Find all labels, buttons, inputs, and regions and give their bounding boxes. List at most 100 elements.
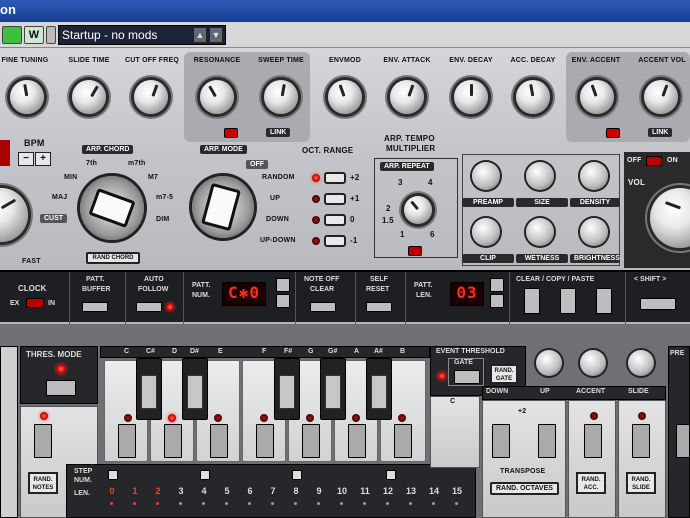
oct-plus2-button[interactable] — [324, 172, 346, 184]
step-number-11[interactable]: 11 — [357, 486, 373, 496]
brightness-knob[interactable] — [580, 218, 608, 246]
thres-mode-button[interactable] — [46, 380, 76, 396]
envmod-knob[interactable] — [328, 80, 362, 114]
key-f-pad[interactable] — [256, 424, 274, 458]
bpm-plus-button[interactable]: + — [35, 152, 51, 166]
env-accent-knob[interactable] — [580, 80, 614, 114]
shift-switch[interactable] — [640, 298, 676, 310]
transpose-down-key[interactable] — [492, 424, 510, 458]
key-gsharp[interactable] — [320, 358, 346, 420]
env-attack-knob[interactable] — [390, 80, 424, 114]
accent-key[interactable] — [584, 424, 602, 458]
paste-button[interactable] — [596, 288, 612, 314]
rand-slide-button[interactable]: RAND. SLIDE — [626, 472, 656, 494]
rand-chord-button[interactable]: RAND CHORD — [86, 252, 140, 264]
accent-vol-knob[interactable] — [644, 80, 678, 114]
threshold-knob-2[interactable] — [580, 350, 606, 376]
w-button[interactable]: W — [24, 26, 44, 44]
patt-len-down[interactable] — [490, 294, 504, 308]
green-toggle-button[interactable] — [2, 26, 22, 44]
step-number-4[interactable]: 4 — [196, 486, 212, 496]
copy-button[interactable] — [560, 288, 576, 314]
note-off-clear-button[interactable] — [310, 302, 336, 312]
sweep-time-knob[interactable] — [264, 80, 298, 114]
step-number-2[interactable]: 2 — [150, 486, 166, 496]
step-number-15[interactable]: 15 — [449, 486, 465, 496]
step-num-mark-9[interactable] — [292, 470, 302, 480]
arp-repeat-toggle[interactable] — [408, 246, 422, 256]
step-number-3[interactable]: 3 — [173, 486, 189, 496]
key-asharp[interactable] — [366, 358, 392, 420]
key-b-pad[interactable] — [394, 424, 412, 458]
clear-button[interactable] — [524, 288, 540, 314]
link-toggle-left[interactable] — [224, 128, 238, 138]
step-number-6[interactable]: 6 — [242, 486, 258, 496]
clip-knob[interactable] — [472, 218, 500, 246]
rand-octaves-button[interactable]: RAND. OCTAVES — [490, 482, 559, 495]
oct-plus1-button[interactable] — [324, 193, 346, 205]
auto-follow-button[interactable] — [136, 302, 162, 312]
rand-acc-button[interactable]: RAND. ACC. — [576, 472, 606, 494]
rand-gate-button[interactable]: RAND. GATE — [490, 364, 518, 384]
toolbar-empty-button[interactable] — [46, 26, 56, 44]
step-number-1[interactable]: 1 — [127, 486, 143, 496]
env-decay-knob[interactable] — [454, 80, 488, 114]
step-num-mark-13[interactable] — [386, 470, 396, 480]
threshold-knob-1[interactable] — [536, 350, 562, 376]
preset-dropdown-button[interactable]: ▲ — [193, 27, 207, 43]
gate-button[interactable] — [454, 370, 480, 384]
transpose-up-key[interactable] — [538, 424, 556, 458]
bpm-minus-button[interactable]: − — [18, 152, 34, 166]
arp-mode-off[interactable]: OFF — [246, 160, 268, 169]
oct-minus1-button[interactable] — [324, 235, 346, 247]
clock-switch[interactable] — [26, 298, 44, 308]
key-a-pad[interactable] — [348, 424, 366, 458]
arp-chord-selector[interactable] — [80, 176, 144, 240]
key-e-pad[interactable] — [210, 424, 228, 458]
key-c-pad[interactable] — [118, 424, 136, 458]
tempo-knob[interactable] — [0, 188, 28, 242]
threshold-knob-3[interactable] — [628, 350, 654, 376]
arp-mode-selector[interactable] — [192, 176, 254, 238]
size-knob[interactable] — [526, 162, 554, 190]
density-knob[interactable] — [580, 162, 608, 190]
patt-buffer-button[interactable] — [82, 302, 108, 312]
step-number-0[interactable]: 0 — [104, 486, 120, 496]
wetness-knob[interactable] — [526, 218, 554, 246]
oct-zero-button[interactable] — [324, 214, 346, 226]
chord-cust[interactable]: CUST — [40, 214, 68, 223]
key-csharp[interactable] — [136, 358, 162, 420]
step-number-12[interactable]: 12 — [380, 486, 396, 496]
patt-num-down[interactable] — [276, 294, 290, 308]
step-number-10[interactable]: 10 — [334, 486, 350, 496]
step-num-mark-5[interactable] — [200, 470, 210, 480]
patt-len-up[interactable] — [490, 278, 504, 292]
self-reset-button[interactable] — [366, 302, 392, 312]
step-number-7[interactable]: 7 — [265, 486, 281, 496]
step-number-13[interactable]: 13 — [403, 486, 419, 496]
preamp-knob[interactable] — [472, 162, 500, 190]
slide-key[interactable] — [632, 424, 650, 458]
slide-time-knob[interactable] — [72, 80, 106, 114]
preset-selector[interactable]: Startup - no mods ▲ ▼ — [58, 25, 226, 45]
patt-num-up[interactable] — [276, 278, 290, 292]
step-number-5[interactable]: 5 — [219, 486, 235, 496]
resonance-knob[interactable] — [200, 80, 234, 114]
step-num-mark-1[interactable] — [108, 470, 118, 480]
step-number-8[interactable]: 8 — [288, 486, 304, 496]
acc-decay-knob[interactable] — [516, 80, 550, 114]
rand-notes-key[interactable] — [34, 424, 52, 458]
key-dsharp[interactable] — [182, 358, 208, 420]
vol-power-switch[interactable] — [646, 156, 662, 166]
step-number-9[interactable]: 9 — [311, 486, 327, 496]
step-number-14[interactable]: 14 — [426, 486, 442, 496]
key-fsharp[interactable] — [274, 358, 300, 420]
key-d-pad[interactable] — [164, 424, 182, 458]
preset-menu-button[interactable]: ▼ — [209, 27, 223, 43]
pre-key[interactable] — [676, 424, 690, 458]
link-toggle-right[interactable] — [606, 128, 620, 138]
arp-tempo-knob[interactable] — [404, 196, 432, 224]
fine-tuning-knob[interactable] — [10, 80, 44, 114]
cutoff-knob[interactable] — [134, 80, 168, 114]
key-g-pad[interactable] — [302, 424, 320, 458]
